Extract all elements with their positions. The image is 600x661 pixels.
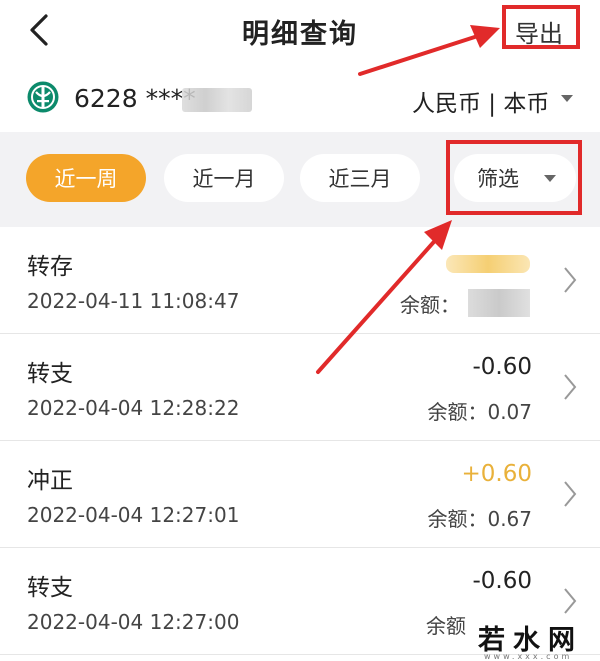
- masked-balance: [468, 289, 530, 317]
- masked-account-digits: [182, 88, 252, 112]
- currency-selector[interactable]: 人民币 | 本币: [412, 84, 549, 118]
- balance-label: 余额: [426, 614, 466, 638]
- bank-logo-icon: [27, 81, 59, 113]
- transaction-row[interactable]: 冲正 2022-04-04 12:27:01 +0.60 余额：0.67: [0, 441, 600, 548]
- transaction-amount: -0.60: [472, 568, 532, 594]
- transaction-amount: -0.60: [472, 354, 532, 380]
- transaction-row[interactable]: 转存 2022-04-11 11:08:47 余额：: [0, 227, 600, 334]
- transaction-type: 冲正: [27, 468, 73, 494]
- tab-last-month[interactable]: 近一月: [164, 154, 284, 202]
- transaction-type: 转存: [27, 254, 73, 280]
- filter-highlight-box: [446, 140, 582, 215]
- chevron-right-icon: [564, 481, 577, 507]
- transaction-row[interactable]: 转支 2022-04-04 12:28:22 -0.60 余额：0.07: [0, 334, 600, 441]
- balance-value: 0.67: [487, 507, 532, 531]
- chevron-right-icon: [564, 588, 577, 614]
- balance-value: 0.07: [487, 400, 532, 424]
- masked-amount: [446, 255, 530, 273]
- chevron-right-icon: [564, 374, 577, 400]
- transaction-amount: +0.60: [461, 461, 532, 487]
- chevron-right-icon: [564, 267, 577, 293]
- transaction-type: 转支: [27, 575, 73, 601]
- export-highlight-box: [502, 5, 580, 49]
- transaction-datetime: 2022-04-04 12:27:00: [27, 610, 240, 634]
- transaction-datetime: 2022-04-04 12:28:22: [27, 396, 240, 420]
- transaction-datetime: 2022-04-11 11:08:47: [27, 289, 240, 313]
- balance-label: 余额：: [400, 293, 460, 317]
- balance-label: 余额：: [427, 400, 488, 424]
- transaction-balance: 余额：0.07: [427, 396, 532, 425]
- transaction-type: 转支: [27, 361, 73, 387]
- account-row[interactable]: 6228 **** 人民币 | 本币: [0, 64, 600, 132]
- transaction-balance: 余额：0.67: [427, 503, 532, 532]
- tab-last-three-months[interactable]: 近三月: [300, 154, 420, 202]
- tab-last-week[interactable]: 近一周: [26, 154, 146, 202]
- balance-label: 余额：: [427, 507, 488, 531]
- account-number: 6228 ****: [74, 84, 196, 113]
- watermark-url: www.xxx.com: [484, 652, 573, 661]
- caret-down-icon[interactable]: [561, 95, 573, 102]
- transaction-datetime: 2022-04-04 12:27:01: [27, 503, 240, 527]
